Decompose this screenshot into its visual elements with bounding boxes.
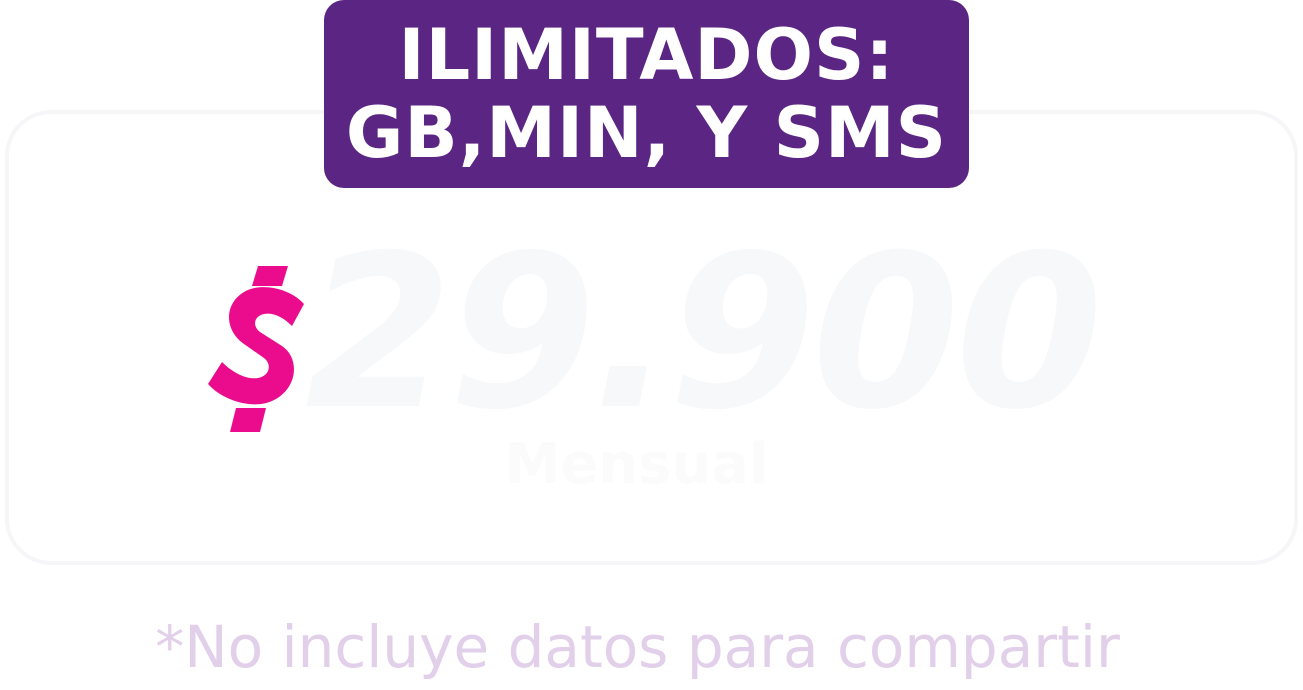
badge-line-1: ILIMITADOS:	[398, 14, 895, 96]
badge-line-2: GB,MIN, Y SMS	[345, 92, 948, 174]
price-period: Mensual	[504, 432, 769, 497]
currency-symbol	[208, 266, 304, 432]
price-amount: 29.900	[305, 209, 1103, 456]
footnote-text: *No incluye datos para compartir	[155, 613, 1120, 681]
plan-badge: ILIMITADOS: GB,MIN, Y SMS	[324, 0, 969, 188]
plan-price-graphic: ILIMITADOS: GB,MIN, Y SMS 29.900 Mensual…	[0, 0, 1303, 690]
